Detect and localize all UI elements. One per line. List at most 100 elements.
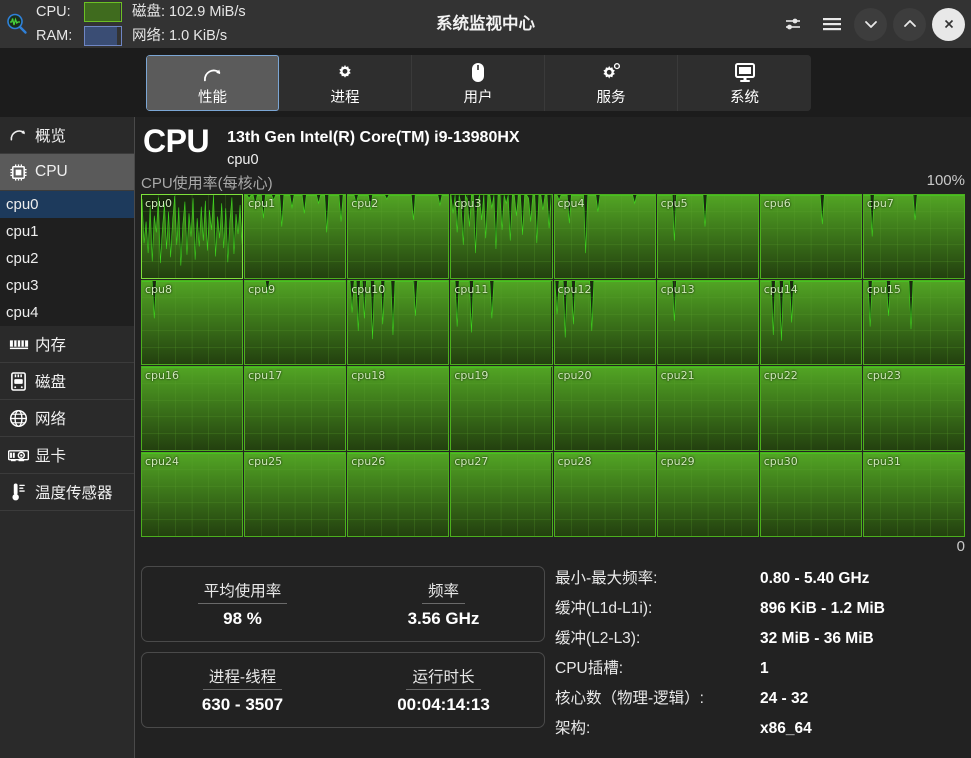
core-graph-label: cpu27 <box>454 455 489 468</box>
core-graph-cpu17[interactable]: cpu17 <box>244 366 347 451</box>
core-graph-cpu15[interactable]: cpu15 <box>862 280 965 365</box>
thermometer-icon <box>8 482 29 503</box>
cpu-mini-label: CPU: <box>36 4 71 20</box>
info-value: 896 KiB - 1.2 MiB <box>760 600 885 617</box>
gear-icon <box>334 60 356 84</box>
core-graph-cpu27[interactable]: cpu27 <box>450 452 553 537</box>
sidebar-core-cpu1[interactable]: cpu1 <box>0 218 134 245</box>
chevron-down-icon[interactable] <box>854 7 887 41</box>
core-graph-cpu12[interactable]: cpu12 <box>553 280 656 365</box>
per-core-usage-grid: cpu0 cpu1 cpu2 cpu3 cpu4 cpu5 cpu6 cpu7 cpu8 cpu9… <box>141 194 965 537</box>
sidebar-item-5[interactable]: 显卡 <box>0 437 134 474</box>
core-graph-cpu3[interactable]: cpu3 <box>450 194 553 279</box>
disk-icon <box>8 371 29 392</box>
hamburger-menu-icon[interactable] <box>815 8 848 41</box>
core-graph-cpu1[interactable]: cpu1 <box>244 194 347 279</box>
sidebar-item-label: 磁盘 <box>35 374 67 391</box>
core-graph-label: cpu9 <box>248 283 276 296</box>
ram-mini-stat: RAM: <box>36 26 122 46</box>
core-graph-cpu24[interactable]: cpu24 <box>141 452 244 537</box>
sidebar-item-0[interactable]: 概览 <box>0 117 134 154</box>
core-graph-cpu13[interactable]: cpu13 <box>656 280 759 365</box>
sidebar-core-cpu4[interactable]: cpu4 <box>0 299 134 326</box>
core-graph-cpu23[interactable]: cpu23 <box>862 366 965 451</box>
close-icon[interactable] <box>932 7 965 41</box>
bottom-stats-region: 平均使用率 98 % 频率 3.56 GHz 进程-线程 630 - 3507 运行时长 00… <box>135 558 971 758</box>
mini-usage-stats: CPU: RAM: <box>34 0 122 48</box>
core-graph-cpu26[interactable]: cpu26 <box>347 452 450 537</box>
core-graph-label: cpu28 <box>557 455 592 468</box>
core-graph-label: cpu13 <box>660 283 695 296</box>
core-graph-cpu28[interactable]: cpu28 <box>553 452 656 537</box>
window-controls <box>776 0 965 48</box>
info-value: 0.80 - 5.40 GHz <box>760 570 870 587</box>
core-graph-label: cpu3 <box>454 197 482 210</box>
stat-cell: 平均使用率 98 % <box>142 567 343 641</box>
network-throughput: 网络: 1.0 KiB/s <box>132 28 228 44</box>
core-graph-label: cpu14 <box>763 283 798 296</box>
globe-icon <box>8 408 29 429</box>
core-graph-cpu4[interactable]: cpu4 <box>553 194 656 279</box>
core-graph-cpu29[interactable]: cpu29 <box>656 452 759 537</box>
core-graph-cpu14[interactable]: cpu14 <box>759 280 862 365</box>
sidebar-item-6[interactable]: 温度传感器 <box>0 474 134 511</box>
gauge-icon <box>8 125 29 146</box>
sidebar-core-cpu0[interactable]: cpu0 <box>0 191 134 218</box>
core-graph-cpu6[interactable]: cpu6 <box>759 194 862 279</box>
tab-5[interactable]: 系统 <box>678 55 811 111</box>
cpu-chip-icon <box>8 162 29 183</box>
tab-1[interactable]: 性能 <box>146 55 279 111</box>
core-graph-cpu31[interactable]: cpu31 <box>862 452 965 537</box>
core-graph-cpu16[interactable]: cpu16 <box>141 366 244 451</box>
sidebar-core-cpu3[interactable]: cpu3 <box>0 272 134 299</box>
stat-title: 频率 <box>421 579 465 604</box>
core-graph-cpu11[interactable]: cpu11 <box>450 280 553 365</box>
info-key: 核心数（物理-逻辑）: <box>555 690 704 707</box>
info-row: 最小-最大频率: 0.80 - 5.40 GHz <box>555 566 971 596</box>
stat-title: 运行时长 <box>406 665 481 690</box>
core-graph-cpu5[interactable]: cpu5 <box>656 194 759 279</box>
core-graph-label: cpu1 <box>248 197 276 210</box>
core-graph-label: cpu2 <box>351 197 379 210</box>
magnifier-waveform-icon <box>0 0 34 48</box>
core-graph-cpu7[interactable]: cpu7 <box>862 194 965 279</box>
sidebar-item-label: 概览 <box>35 128 67 145</box>
cpu-usage-minibar <box>84 2 122 22</box>
info-value: 32 MiB - 36 MiB <box>760 630 874 647</box>
tab-3[interactable]: 用户 <box>412 55 545 111</box>
sidebar-item-3[interactable]: 磁盘 <box>0 363 134 400</box>
core-graph-cpu2[interactable]: cpu2 <box>347 194 450 279</box>
sidebar-item-4[interactable]: 网络 <box>0 400 134 437</box>
stat-value: 98 % <box>223 609 262 628</box>
core-graph-cpu30[interactable]: cpu30 <box>759 452 862 537</box>
chevron-up-icon[interactable] <box>893 7 926 41</box>
sidebar-item-label: 显卡 <box>35 448 67 465</box>
core-graph-cpu9[interactable]: cpu9 <box>244 280 347 365</box>
sidebar-item-1[interactable]: CPU <box>0 154 134 191</box>
sidebar-item-2[interactable]: 内存 <box>0 326 134 363</box>
sidebar-core-cpu2[interactable]: cpu2 <box>0 245 134 272</box>
core-graph-cpu20[interactable]: cpu20 <box>553 366 656 451</box>
main-panel: CPU 13th Gen Intel(R) Core(TM) i9-13980H… <box>135 117 971 758</box>
core-graph-cpu19[interactable]: cpu19 <box>450 366 553 451</box>
axis-min-label: 0 <box>956 538 965 555</box>
core-graph-cpu0[interactable]: cpu0 <box>141 194 244 279</box>
core-graph-cpu21[interactable]: cpu21 <box>656 366 759 451</box>
stat-cell: 运行时长 00:04:14:13 <box>343 653 544 727</box>
info-key: CPU插槽: <box>555 660 624 677</box>
tab-2[interactable]: 进程 <box>279 55 412 111</box>
info-row: 缓冲(L1d-L1i): 896 KiB - 1.2 MiB <box>555 596 971 626</box>
core-graph-label: cpu26 <box>351 455 386 468</box>
core-graph-cpu10[interactable]: cpu10 <box>347 280 450 365</box>
title-bar: CPU: RAM: 磁盘: 102.9 MiB/s 网络: 1.0 KiB/s … <box>0 0 971 48</box>
core-graph-cpu25[interactable]: cpu25 <box>244 452 347 537</box>
mouse-icon <box>470 60 486 84</box>
summary-cards: 平均使用率 98 % 频率 3.56 GHz 进程-线程 630 - 3507 运行时长 00… <box>135 558 545 758</box>
core-graph-label: cpu10 <box>351 283 386 296</box>
sliders-icon[interactable] <box>776 8 809 41</box>
core-graph-cpu8[interactable]: cpu8 <box>141 280 244 365</box>
core-graph-cpu18[interactable]: cpu18 <box>347 366 450 451</box>
tab-4[interactable]: 服务 <box>545 55 678 111</box>
core-graph-cpu22[interactable]: cpu22 <box>759 366 862 451</box>
core-graph-label: cpu24 <box>145 455 179 468</box>
